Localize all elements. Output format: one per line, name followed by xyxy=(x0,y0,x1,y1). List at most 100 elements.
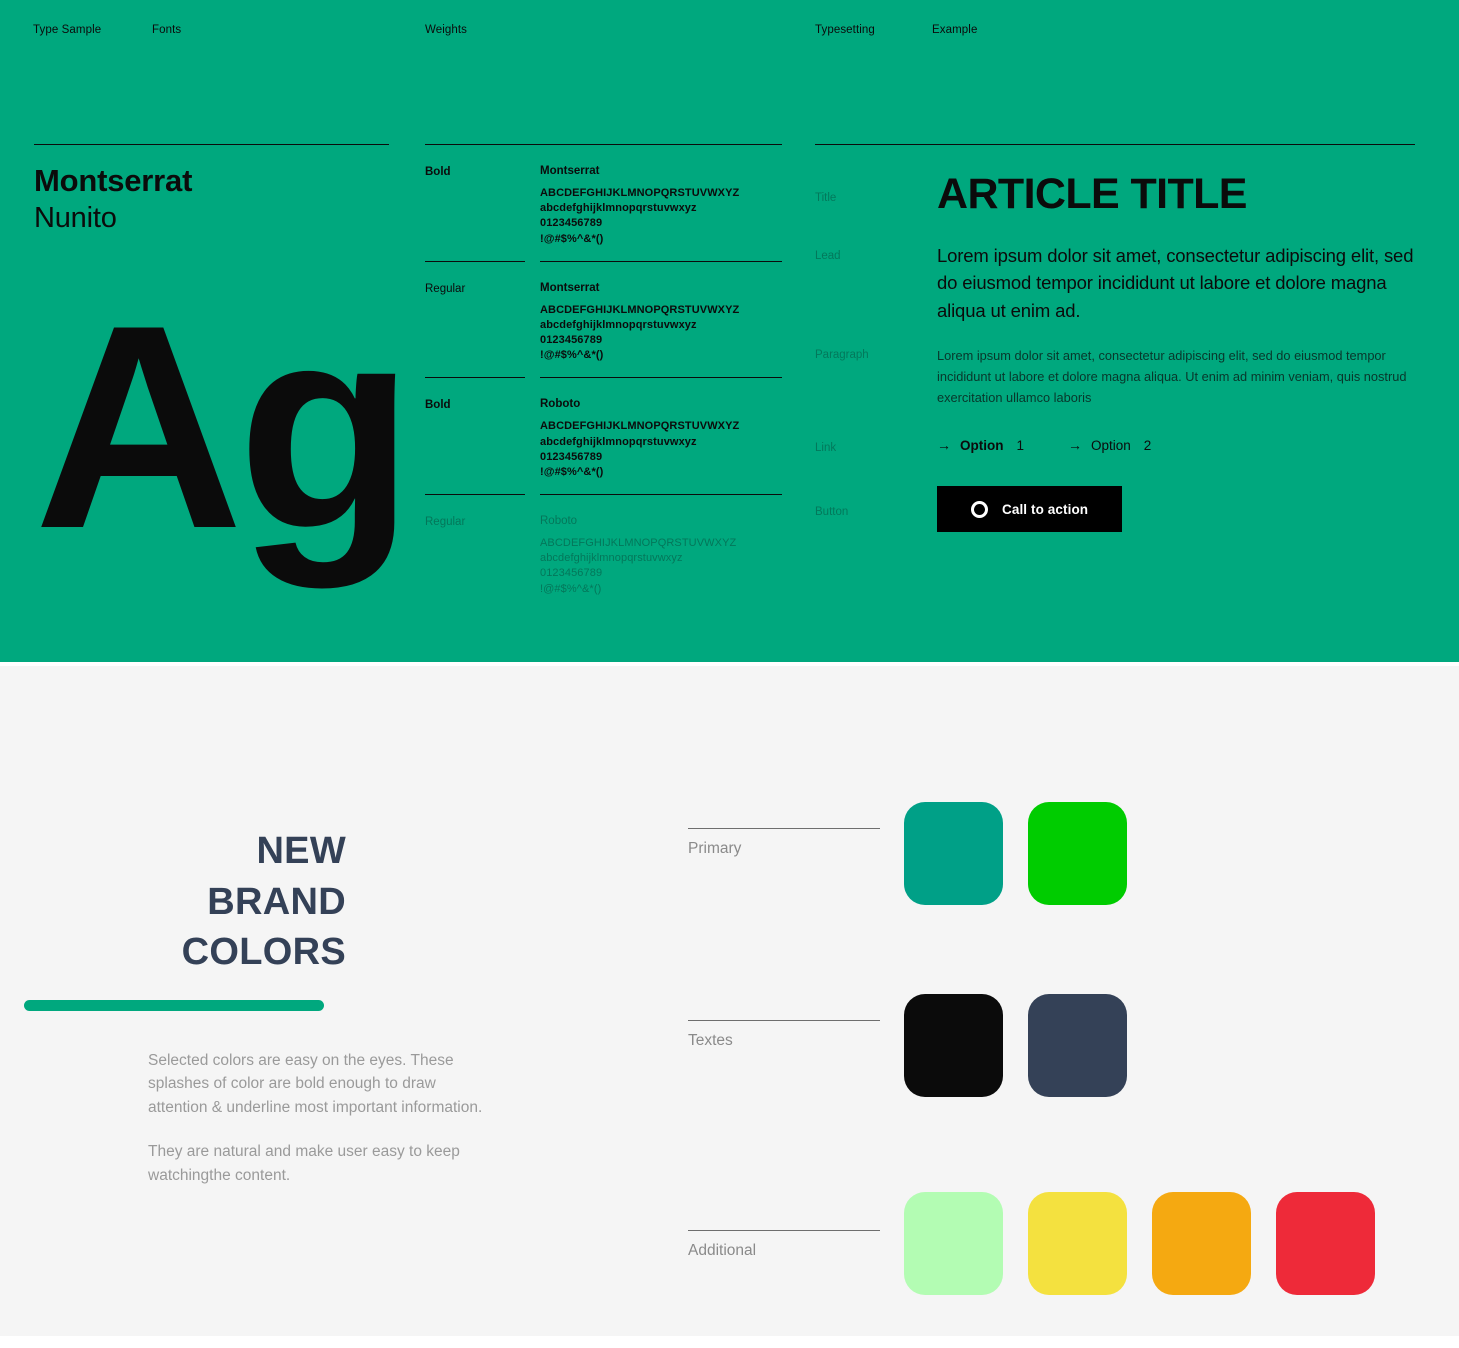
palette-row-label-wrap: Primary xyxy=(688,828,884,858)
brand-heading: NEW BRAND COLORS xyxy=(24,826,494,978)
specimen-symbols: !@#$%^&*() xyxy=(540,232,604,245)
call-to-action-label: Call to action xyxy=(1002,501,1089,517)
weight-name: Bold xyxy=(425,166,451,178)
typesetting-top-divider xyxy=(815,144,1415,145)
specimen-numbers: 0123456789 xyxy=(540,567,603,580)
weight-row: Regular Roboto ABCDEFGHIJKLMNOPQRSTUVWXY… xyxy=(425,495,782,611)
brand-text-block: NEW BRAND COLORS Selected colors are eas… xyxy=(24,826,494,1187)
palette-swatches xyxy=(904,994,1127,1097)
weight-specimen: Roboto ABCDEFGHIJKLMNOPQRSTUVWXYZ abcdef… xyxy=(540,398,782,480)
typesetting-column: Title ARTICLE TITLE Lead Lorem ipsum dol… xyxy=(815,144,1415,533)
specimen-uppercase: ABCDEFGHIJKLMNOPQRSTUVWXYZ xyxy=(540,420,740,433)
fonts-column: Montserrat Nunito xyxy=(34,144,389,238)
weight-name: Bold xyxy=(425,399,451,412)
palette-row-rule xyxy=(688,1230,880,1231)
specimen-font-name: Roboto xyxy=(540,515,578,528)
specimen-numbers: 0123456789 xyxy=(540,334,603,347)
article-paragraph-text: Lorem ipsum dolor sit amet, consectetur … xyxy=(937,348,1407,405)
color-swatch[interactable] xyxy=(1028,802,1127,905)
brand-heading-line-2: BRAND xyxy=(207,880,346,923)
article-lead-text: Lorem ipsum dolor sit amet, consectetur … xyxy=(937,245,1414,321)
specimen-font-name: Montserrat xyxy=(540,281,600,294)
specimen-lowercase: abcdefghijklmnopqrstuvwxyz xyxy=(540,202,697,215)
link-label: Option xyxy=(960,437,1004,453)
palette-row-label-wrap: Additional xyxy=(688,1230,884,1260)
palette-row-label: Primary xyxy=(688,840,742,857)
arrow-right-icon: → xyxy=(937,437,951,454)
specimen-numbers: 0123456789 xyxy=(540,450,603,463)
typesetting-link-row: Link → Option 1 → Option 2 xyxy=(815,436,1415,455)
palette-row-additional: Additional xyxy=(688,1140,1418,1348)
palette-swatches xyxy=(904,802,1127,905)
specimen-symbols: !@#$%^&*() xyxy=(540,465,604,478)
link-number: 1 xyxy=(1016,437,1025,453)
color-swatch[interactable] xyxy=(1276,1192,1375,1295)
brand-paragraph-2: They are natural and make user easy to k… xyxy=(148,1143,460,1184)
palette-row-label: Additional xyxy=(688,1242,757,1259)
header-label-example: Example xyxy=(932,24,978,36)
specimen-font-name: Montserrat xyxy=(540,165,600,177)
type-sample-ag: Ag xyxy=(34,265,415,589)
typesetting-button-row: Button Call to action xyxy=(815,486,1415,533)
call-to-action-button[interactable]: Call to action xyxy=(937,486,1123,533)
header-label-weights: Weights xyxy=(425,24,468,36)
header-label-typesetting: Typesetting xyxy=(815,24,875,36)
typesetting-label-paragraph: Paragraph xyxy=(815,349,869,362)
typesetting-title-row: Title ARTICLE TITLE xyxy=(815,173,1415,216)
weight-row: Regular Montserrat ABCDEFGHIJKLMNOPQRSTU… xyxy=(425,262,782,378)
specimen-uppercase: ABCDEFGHIJKLMNOPQRSTUVWXYZ xyxy=(540,187,740,199)
brand-paragraph-1: Selected colors are easy on the eyes. Th… xyxy=(148,1051,483,1116)
weights-column: Bold Montserrat ABCDEFGHIJKLMNOPQRSTUVWX… xyxy=(425,144,782,611)
palette-row-textes: Textes xyxy=(688,932,1418,1140)
specimen-symbols: !@#$%^&*() xyxy=(540,582,602,595)
palette-row-primary: Primary xyxy=(688,724,1418,932)
specimen-lowercase: abcdefghijklmnopqrstuvwxyz xyxy=(540,552,683,565)
brand-heading-line-3: COLORS xyxy=(181,931,346,974)
fonts-divider xyxy=(34,144,389,145)
secondary-font-name: Nunito xyxy=(34,201,117,234)
link-option-2[interactable]: → Option 2 xyxy=(1068,438,1151,453)
palette-row-rule xyxy=(688,828,880,829)
palette-row-label: Textes xyxy=(688,1032,733,1049)
link-number: 2 xyxy=(1143,437,1152,453)
specimen-lowercase: abcdefghijklmnopqrstuvwxyz xyxy=(540,318,697,331)
color-swatch[interactable] xyxy=(1028,1192,1127,1295)
color-swatch[interactable] xyxy=(1152,1192,1251,1295)
weight-row: Bold Roboto ABCDEFGHIJKLMNOPQRSTUVWXYZ a… xyxy=(425,378,782,494)
weight-row: Bold Montserrat ABCDEFGHIJKLMNOPQRSTUVWX… xyxy=(425,145,782,261)
palette-row-rule xyxy=(688,1020,880,1021)
typesetting-lead-row: Lead Lorem ipsum dolor sit amet, consect… xyxy=(815,242,1415,324)
color-swatch[interactable] xyxy=(904,802,1003,905)
specimen-font-name: Roboto xyxy=(540,398,581,411)
specimen-symbols: !@#$%^&*() xyxy=(540,349,604,362)
typesetting-label-link: Link xyxy=(815,442,837,455)
color-swatch[interactable] xyxy=(1028,994,1127,1097)
weight-specimen: Montserrat ABCDEFGHIJKLMNOPQRSTUVWXYZ ab… xyxy=(540,165,782,247)
circle-ring-icon xyxy=(971,500,988,518)
brand-description: Selected colors are easy on the eyes. Th… xyxy=(24,1049,494,1188)
link-group: → Option 1 → Option 2 xyxy=(937,438,1415,453)
color-swatch[interactable] xyxy=(904,994,1003,1097)
specimen-numbers: 0123456789 xyxy=(540,217,603,230)
typesetting-label-title: Title xyxy=(815,192,837,204)
header-label-type-sample: Type Sample xyxy=(33,24,102,36)
specimen-uppercase: ABCDEFGHIJKLMNOPQRSTUVWXYZ xyxy=(540,537,737,550)
typesetting-label-lead: Lead xyxy=(815,250,841,262)
palette-swatches xyxy=(904,1192,1375,1295)
brand-heading-line-1: NEW xyxy=(256,830,346,872)
article-title: ARTICLE TITLE xyxy=(937,170,1248,218)
weight-name: Regular xyxy=(425,282,466,295)
brand-underline-bar xyxy=(24,999,324,1011)
type-specimen-section: Type Sample Fonts Weights Typesetting Ex… xyxy=(0,0,1459,662)
color-swatch[interactable] xyxy=(904,1192,1003,1295)
header-label-fonts: Fonts xyxy=(152,24,182,36)
specimen-lowercase: abcdefghijklmnopqrstuvwxyz xyxy=(540,435,697,448)
weight-specimen: Montserrat ABCDEFGHIJKLMNOPQRSTUVWXYZ ab… xyxy=(540,282,782,364)
primary-font-name: Montserrat xyxy=(34,163,193,198)
brand-colors-section: NEW BRAND COLORS Selected colors are eas… xyxy=(0,662,1459,1336)
weight-specimen: Roboto ABCDEFGHIJKLMNOPQRSTUVWXYZ abcdef… xyxy=(540,515,782,597)
weight-name: Regular xyxy=(425,516,466,529)
palette-row-label-wrap: Textes xyxy=(688,1020,884,1050)
link-option-1[interactable]: → Option 1 xyxy=(937,438,1024,453)
typesetting-label-button: Button xyxy=(815,506,849,519)
